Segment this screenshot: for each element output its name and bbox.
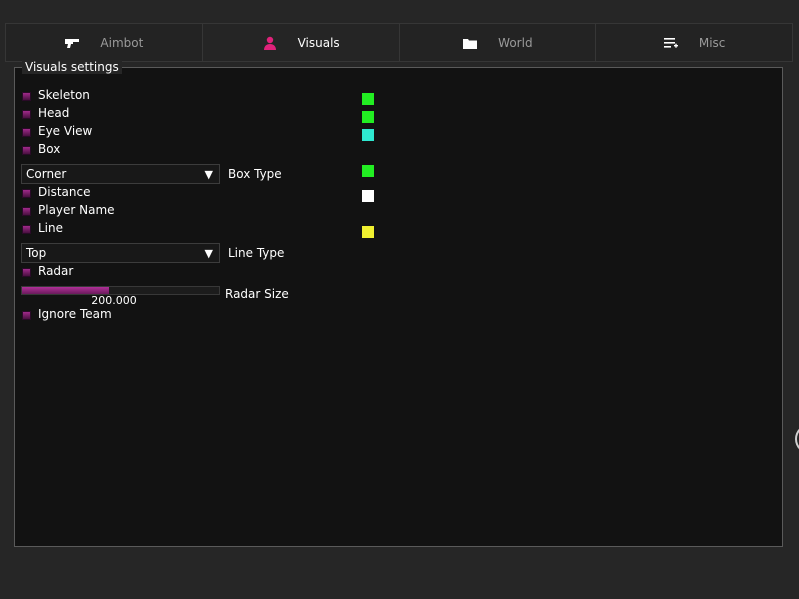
ignore-team-checkbox[interactable] [22, 310, 31, 320]
option-box[interactable]: Box [22, 141, 60, 157]
line-type-value: Top [26, 246, 47, 260]
option-skeleton[interactable]: Skeleton [22, 87, 90, 103]
option-head[interactable]: Head [22, 105, 69, 121]
tab-misc[interactable]: Misc [596, 23, 793, 62]
option-line[interactable]: Line [22, 220, 63, 236]
line-type-label: Line Type [228, 246, 285, 260]
option-radar[interactable]: Radar [22, 263, 73, 279]
box-type-label: Box Type [228, 167, 282, 181]
ignore-team-label: Ignore Team [38, 307, 112, 321]
folder-icon [462, 35, 478, 51]
distance-checkbox[interactable] [22, 188, 31, 198]
tab-label: Misc [698, 35, 726, 50]
eye-view-label: Eye View [38, 124, 93, 138]
head-label: Head [38, 106, 70, 120]
edge-cursor-arc [795, 424, 799, 454]
tab-label: World [498, 35, 533, 50]
tab-label: Visuals [297, 35, 340, 50]
visuals-settings-panel [14, 67, 783, 547]
radar-checkbox[interactable] [22, 267, 31, 277]
dropdown-arrow-icon: ▼ [204, 246, 213, 260]
head-checkbox[interactable] [22, 109, 31, 119]
tab-world[interactable]: World [399, 23, 597, 62]
radar-label: Radar [38, 264, 74, 278]
box-type-value: Corner [26, 167, 67, 181]
person-icon [262, 35, 278, 51]
head-color-swatch[interactable] [362, 111, 374, 123]
tab-visuals[interactable]: Visuals [202, 23, 400, 62]
eye-view-color-swatch[interactable] [362, 129, 374, 141]
radar-size-label: Radar Size [225, 287, 289, 301]
skeleton-color-swatch[interactable] [362, 93, 374, 105]
player-name-label: Player Name [38, 203, 115, 217]
distance-color-swatch[interactable] [362, 190, 374, 202]
distance-label: Distance [38, 185, 91, 199]
tab-aimbot[interactable]: Aimbot [5, 23, 203, 62]
tab-bar: Aimbot Visuals World Misc [5, 23, 793, 62]
line-color-swatch[interactable] [362, 226, 374, 238]
option-distance[interactable]: Distance [22, 184, 90, 200]
tab-label: Aimbot [100, 35, 144, 50]
box-label: Box [38, 142, 61, 156]
list-add-icon [663, 35, 679, 51]
box-color-swatch[interactable] [362, 165, 374, 177]
skeleton-checkbox[interactable] [22, 91, 31, 101]
option-player-name[interactable]: Player Name [22, 202, 115, 218]
line-label: Line [38, 221, 64, 235]
player-name-checkbox[interactable] [22, 206, 31, 216]
line-checkbox[interactable] [22, 224, 31, 234]
option-ignore-team[interactable]: Ignore Team [22, 306, 112, 322]
option-eye-view[interactable]: Eye View [22, 123, 92, 139]
gun-icon [64, 35, 80, 51]
line-type-select[interactable]: Top ▼ [21, 243, 220, 263]
dropdown-arrow-icon: ▼ [204, 167, 213, 181]
radar-size-slider-fill [22, 287, 109, 294]
skeleton-label: Skeleton [38, 88, 90, 102]
panel-title: Visuals settings [22, 60, 122, 74]
box-checkbox[interactable] [22, 145, 31, 155]
eye-view-checkbox[interactable] [22, 127, 31, 137]
box-type-select[interactable]: Corner ▼ [21, 164, 220, 184]
